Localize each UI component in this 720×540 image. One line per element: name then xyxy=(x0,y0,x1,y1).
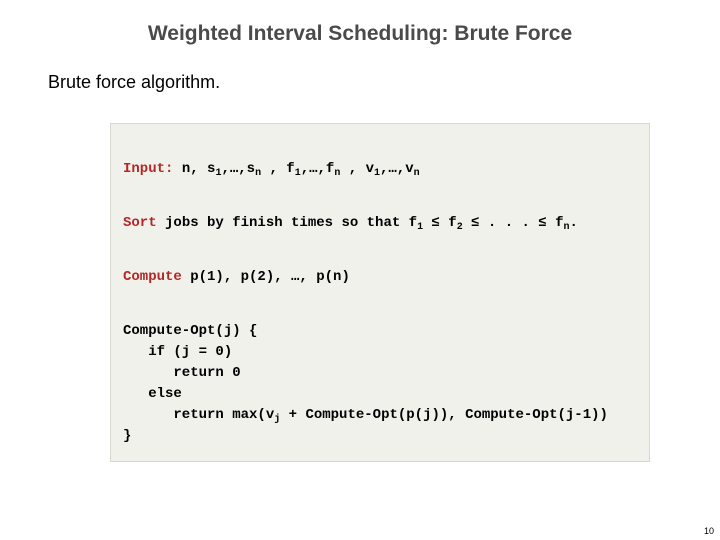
code-text: ≤ f xyxy=(423,215,457,231)
code-text: , xyxy=(340,161,365,177)
subheading: Brute force algorithm. xyxy=(48,72,672,93)
code-text: if (j = 0) xyxy=(123,344,232,360)
keyword-compute: Compute xyxy=(123,269,182,285)
code-text: f xyxy=(286,161,294,177)
code-text: else xyxy=(123,386,182,402)
code-text: ≤ . . . ≤ f xyxy=(463,215,564,231)
subscript-j: j xyxy=(274,414,280,425)
subscript-n: n xyxy=(334,168,340,179)
keyword-sort: Sort xyxy=(123,215,157,231)
code-text: + Compute-Opt(p(j)), Compute-Opt(j-1)) xyxy=(280,407,608,423)
code-input-line: Input: n, s1,…,sn , f1,…,fn , v1,…,vn xyxy=(123,159,637,180)
subscript-n: n xyxy=(564,222,570,233)
code-text: return 0 xyxy=(123,365,241,381)
code-sort-line: Sort jobs by finish times so that f1 ≤ f… xyxy=(123,213,637,234)
code-text: . xyxy=(570,215,578,231)
subscript-1: 1 xyxy=(374,168,380,179)
code-text: jobs by finish times so that f xyxy=(157,215,417,231)
subscript-2: 2 xyxy=(457,222,463,233)
code-text: ,…,f xyxy=(301,161,335,177)
subscript-n: n xyxy=(255,168,261,179)
code-text: n, s xyxy=(173,161,215,177)
page-title: Weighted Interval Scheduling: Brute Forc… xyxy=(48,22,672,46)
page-number: 10 xyxy=(704,526,714,536)
code-text: ,…,v xyxy=(380,161,414,177)
subscript-n: n xyxy=(414,168,420,179)
code-text: return max(v xyxy=(123,407,274,423)
subscript-1: 1 xyxy=(295,168,301,179)
code-compute-line: Compute p(1), p(2), …, p(n) xyxy=(123,267,637,288)
code-function-block: Compute-Opt(j) { if (j = 0) return 0 els… xyxy=(123,321,637,447)
code-text: v xyxy=(366,161,374,177)
code-text: Compute-Opt(j) { xyxy=(123,323,257,339)
code-text: ,…,s xyxy=(221,161,255,177)
pseudocode-box: Input: n, s1,…,sn , f1,…,fn , v1,…,vn So… xyxy=(110,123,650,462)
code-text: , xyxy=(261,161,286,177)
code-text: } xyxy=(123,428,131,444)
subscript-1: 1 xyxy=(215,168,221,179)
subscript-1: 1 xyxy=(417,222,423,233)
slide: Weighted Interval Scheduling: Brute Forc… xyxy=(0,0,720,540)
keyword-input: Input: xyxy=(123,161,173,177)
code-text: p(1), p(2), …, p(n) xyxy=(182,269,350,285)
